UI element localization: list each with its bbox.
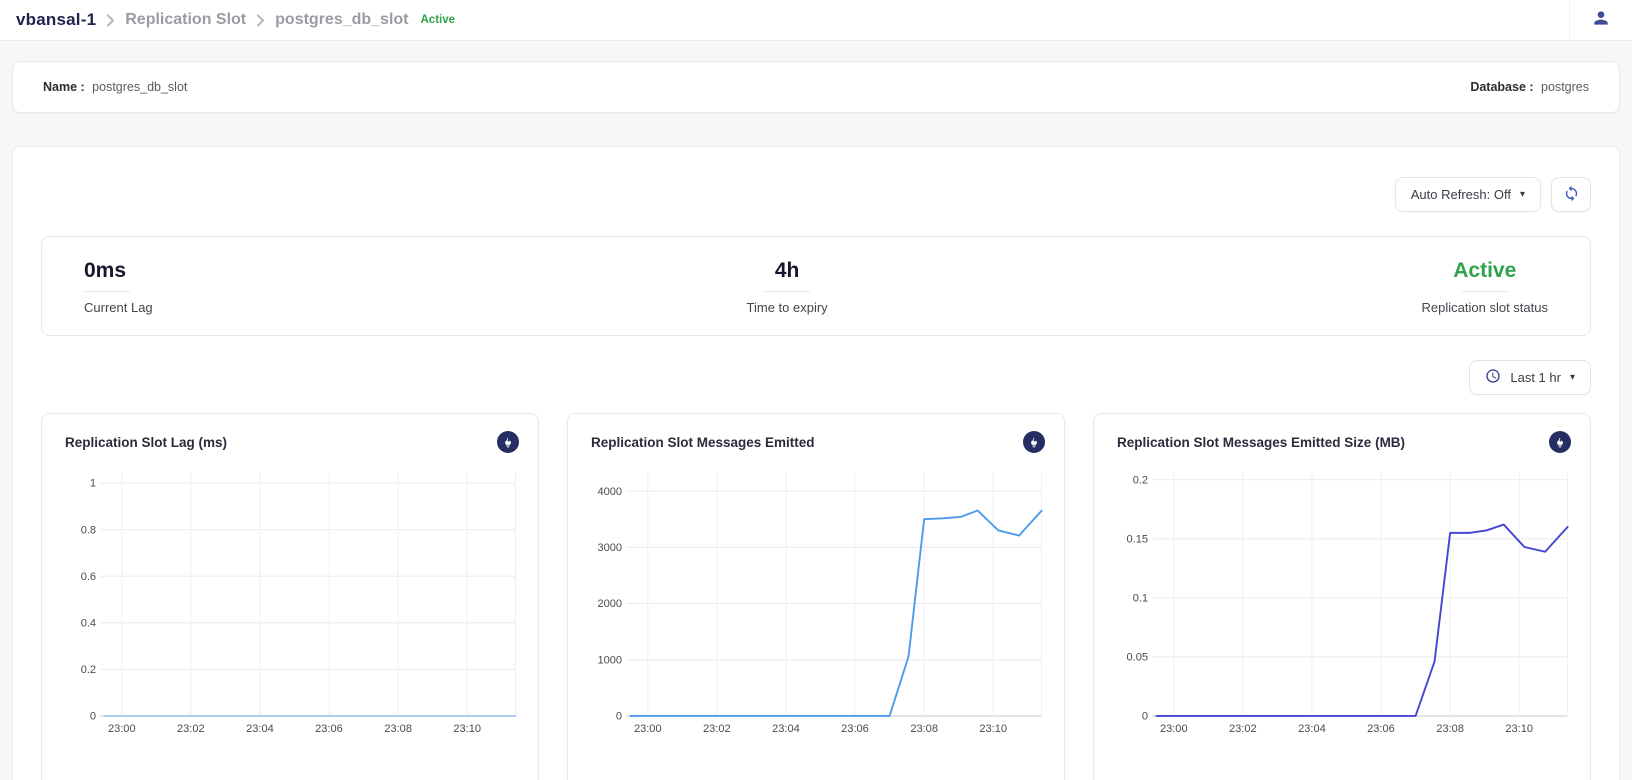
chart-header: Replication Slot Lag (ms) (56, 429, 524, 453)
breadcrumb: vbansal-1 Replication Slot postgres_db_s… (16, 10, 455, 30)
refresh-button[interactable] (1551, 177, 1591, 212)
prometheus-icon[interactable] (497, 431, 519, 453)
clock-icon (1485, 368, 1501, 387)
svg-text:23:04: 23:04 (772, 723, 800, 735)
svg-text:0.6: 0.6 (81, 571, 96, 583)
chart-card-messages-emitted: Replication Slot Messages Emitted 0 1000 2… (567, 413, 1065, 780)
metrics-panel: Auto Refresh: Off ▾ 0ms Current Lag 4h T… (12, 146, 1620, 780)
svg-text:3000: 3000 (597, 542, 622, 554)
chart-title: Replication Slot Messages Emitted (591, 435, 815, 450)
svg-text:0.15: 0.15 (1127, 533, 1149, 545)
svg-text:0.4: 0.4 (81, 617, 96, 629)
chart-header: Replication Slot Messages Emitted Size (… (1108, 429, 1576, 453)
svg-text:1000: 1000 (597, 654, 622, 666)
stat-slot-status: Active Replication slot status (1422, 259, 1548, 315)
breadcrumb-chevron-icon (106, 14, 115, 27)
header-right (1569, 0, 1632, 40)
name-label: Name : (43, 80, 85, 94)
svg-text:23:02: 23:02 (703, 723, 731, 735)
svg-text:23:10: 23:10 (453, 723, 481, 735)
svg-text:23:10: 23:10 (979, 723, 1007, 735)
breadcrumb-universe[interactable]: vbansal-1 (16, 10, 96, 30)
stat-divider (1462, 291, 1508, 292)
stat-label: Replication slot status (1422, 300, 1548, 315)
svg-text:23:02: 23:02 (1229, 723, 1257, 735)
svg-text:0: 0 (90, 711, 96, 723)
name-value: postgres_db_slot (92, 80, 187, 94)
top-header: vbansal-1 Replication Slot postgres_db_s… (0, 0, 1632, 41)
chart-card-slot-lag: Replication Slot Lag (ms) 0 0.2 0.4 0.6 0.8 1… (41, 413, 539, 780)
auto-refresh-dropdown[interactable]: Auto Refresh: Off ▾ (1395, 177, 1541, 212)
chart-card-messages-size: Replication Slot Messages Emitted Size (… (1093, 413, 1591, 780)
svg-text:0.05: 0.05 (1127, 652, 1149, 664)
svg-text:23:00: 23:00 (634, 723, 662, 735)
slot-status-badge: Active (421, 14, 456, 26)
slot-name-field: Name : postgres_db_slot (43, 80, 187, 94)
svg-text:0: 0 (1142, 711, 1148, 723)
charts-row: Replication Slot Lag (ms) 0 0.2 0.4 0.6 0.8 1… (41, 413, 1591, 780)
stat-value: 0ms (84, 259, 126, 283)
line-chart-slot-lag: 0 0.2 0.4 0.6 0.8 1 23:00 23:02 23:04 23:06 23:08 2… (56, 463, 524, 748)
svg-text:23:08: 23:08 (384, 723, 412, 735)
prometheus-icon[interactable] (1023, 431, 1045, 453)
slot-database-field: Database : postgres (1470, 80, 1589, 94)
stat-value: 4h (775, 259, 800, 283)
refresh-icon (1563, 185, 1580, 205)
breadcrumb-chevron-icon (256, 14, 265, 27)
svg-text:23:02: 23:02 (177, 723, 205, 735)
svg-text:23:00: 23:00 (1160, 723, 1188, 735)
chart-title: Replication Slot Lag (ms) (65, 435, 227, 450)
breadcrumb-section[interactable]: Replication Slot (125, 11, 246, 29)
chevron-down-icon: ▾ (1570, 373, 1575, 383)
breadcrumb-slot-name: postgres_db_slot (275, 11, 408, 29)
svg-text:23:06: 23:06 (841, 723, 869, 735)
svg-text:23:08: 23:08 (1436, 723, 1464, 735)
svg-text:23:06: 23:06 (315, 723, 343, 735)
user-menu-button[interactable] (1570, 0, 1632, 40)
time-range-label: Last 1 hr (1510, 370, 1561, 385)
stat-divider (84, 291, 130, 292)
stat-time-to-expiry: 4h Time to expiry (747, 259, 828, 315)
stat-label: Time to expiry (747, 300, 828, 315)
svg-text:0.1: 0.1 (1133, 593, 1148, 605)
svg-text:23:10: 23:10 (1505, 723, 1533, 735)
svg-text:23:08: 23:08 (910, 723, 938, 735)
svg-text:23:04: 23:04 (1298, 723, 1326, 735)
svg-text:0.8: 0.8 (81, 524, 96, 536)
stat-divider (764, 291, 810, 292)
line-chart-messages-emitted: 0 1000 2000 3000 4000 23:00 23:02 23:04 23:06 23:… (582, 463, 1050, 748)
slot-info-bar: Name : postgres_db_slot Database : postg… (12, 61, 1620, 113)
page-content: Name : postgres_db_slot Database : postg… (0, 61, 1632, 780)
refresh-toolbar: Auto Refresh: Off ▾ (41, 177, 1591, 212)
svg-text:23:06: 23:06 (1367, 723, 1395, 735)
time-range-row: Last 1 hr ▾ (41, 360, 1591, 395)
chevron-down-icon: ▾ (1520, 190, 1525, 200)
auto-refresh-label: Auto Refresh: Off (1411, 187, 1511, 202)
svg-text:4000: 4000 (597, 486, 622, 498)
slot-stats-card: 0ms Current Lag 4h Time to expiry Active… (41, 236, 1591, 336)
chart-header: Replication Slot Messages Emitted (582, 429, 1050, 453)
database-label: Database : (1470, 80, 1533, 94)
svg-text:2000: 2000 (597, 598, 622, 610)
svg-text:0: 0 (616, 711, 622, 723)
prometheus-icon[interactable] (1549, 431, 1571, 453)
user-icon (1591, 8, 1611, 33)
svg-text:23:04: 23:04 (246, 723, 274, 735)
line-chart-messages-size: 0 0.05 0.1 0.15 0.2 23:00 23:02 23:04 23:06 23:08… (1108, 463, 1576, 748)
svg-text:1: 1 (90, 478, 96, 490)
database-value: postgres (1541, 80, 1589, 94)
chart-title: Replication Slot Messages Emitted Size (… (1117, 435, 1405, 450)
svg-text:23:00: 23:00 (108, 723, 136, 735)
svg-text:0.2: 0.2 (81, 664, 96, 676)
time-range-dropdown[interactable]: Last 1 hr ▾ (1469, 360, 1591, 395)
stat-label: Current Lag (84, 300, 153, 315)
stat-current-lag: 0ms Current Lag (84, 259, 153, 315)
stat-value: Active (1453, 259, 1516, 283)
svg-text:0.2: 0.2 (1133, 474, 1148, 486)
